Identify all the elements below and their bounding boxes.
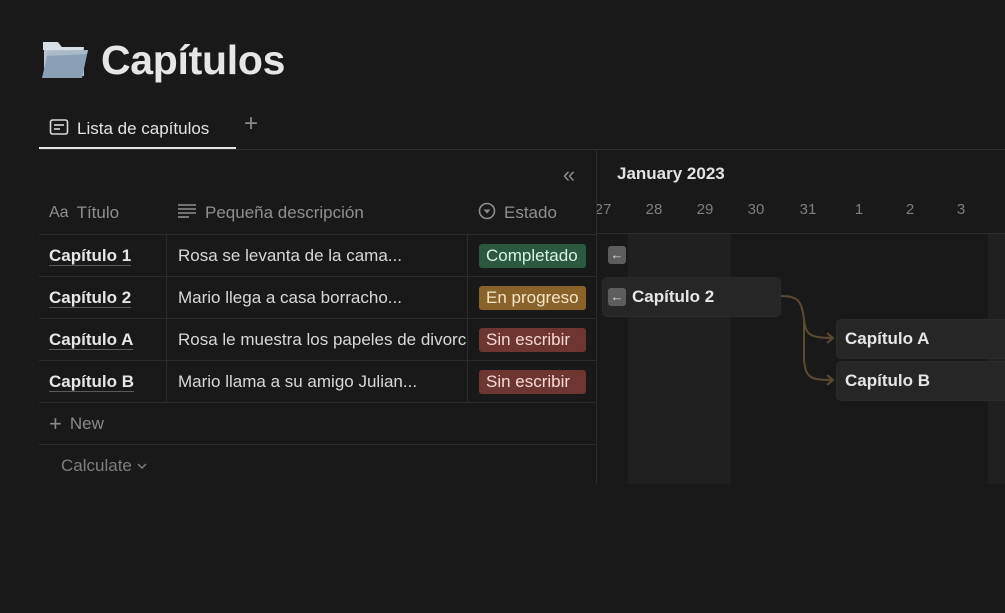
timeline-bar-capitulo-a[interactable]: Capítulo A [837,320,1005,358]
status-badge[interactable]: Sin escribir [479,370,586,394]
status-cell[interactable]: En progreso [467,277,596,319]
column-header-descripcion[interactable]: Pequeña descripción [177,192,364,234]
tab-lista-de-capitulos[interactable]: Lista de capítulos [39,108,219,150]
plus-icon: + [49,410,62,436]
dependency-lines [780,295,835,386]
new-label: New [69,413,104,433]
column-label: Pequeña descripción [205,203,364,222]
calculate-label: Calculate [61,455,132,475]
description-cell[interactable]: Rosa se levanta de la cama... [166,235,467,277]
timeline-bar-capitulo-b[interactable]: Capítulo B [837,362,1005,400]
row-title[interactable]: Capítulo 1 [49,246,132,266]
status-badge[interactable]: Sin escribir [479,328,586,352]
title-cell[interactable]: Capítulo 1 [49,235,165,277]
collapse-table-button[interactable]: « [558,164,580,187]
row-title[interactable]: Capítulo B [49,372,134,392]
column-header-titulo[interactable]: Aa Título [49,192,119,234]
row-title[interactable]: Capítulo 2 [49,288,132,308]
calculate-button[interactable]: Calculate [39,444,596,486]
status-cell[interactable]: Sin escribir [467,319,596,361]
page-title: Capítulos [101,37,286,83]
status-icon [478,202,496,225]
status-badge[interactable]: En progreso [479,286,586,310]
status-cell[interactable]: Completado [467,235,596,277]
column-label: Estado [504,203,557,222]
tab-label: Lista de capítulos [77,119,210,138]
bar-label: Capítulo B [845,371,930,390]
column-label: Título [76,203,120,222]
add-new-row-button[interactable]: + New [39,402,596,444]
title-cell[interactable]: Capítulo 2 [49,277,165,319]
description-cell[interactable]: Mario llega a casa borracho... [166,277,467,319]
title-icon: Aa [49,204,69,221]
plus-icon[interactable]: + [240,111,262,137]
column-header-estado[interactable]: Estado [478,192,557,234]
folder-icon [40,36,90,82]
bar-label: Capítulo A [845,329,930,348]
table-row[interactable]: Capítulo A Rosa le muestra los papeles d… [39,318,596,361]
status-cell[interactable]: Sin escribir [467,361,596,403]
status-badge[interactable]: Completado [479,244,586,268]
title-cell[interactable]: Capítulo A [49,319,165,361]
table-row[interactable]: Capítulo 1 Rosa se levanta de la cama...… [39,234,596,277]
timeline-panel[interactable]: January 2023 27 28 29 30 31 1 2 3 ← Capí… [596,150,1005,484]
text-lines-icon [177,203,197,224]
title-cell[interactable]: Capítulo B [49,361,165,403]
chevron-down-icon [136,456,148,476]
table-view-icon [49,118,69,141]
description-cell[interactable]: Rosa le muestra los papeles de divorcio [166,319,467,361]
table-row[interactable]: Capítulo 2 Mario llega a casa borracho..… [39,276,596,319]
table-row[interactable]: Capítulo B Mario llama a su amigo Julian… [39,360,596,403]
description-cell[interactable]: Mario llama a su amigo Julian... [166,361,467,403]
row-title[interactable]: Capítulo A [49,330,134,350]
